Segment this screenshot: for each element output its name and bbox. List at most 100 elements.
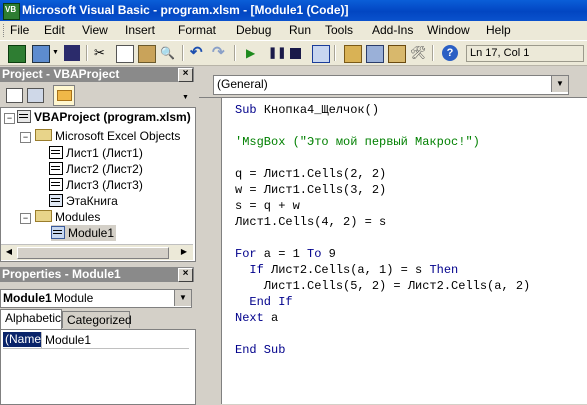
- properties-window-icon[interactable]: [366, 45, 384, 63]
- properties-panel-title: Properties - Module1: [2, 267, 121, 281]
- toggle-folders-button[interactable]: [53, 85, 75, 106]
- collapse-toggle[interactable]: −: [20, 213, 31, 224]
- tree-folder-excel-objects[interactable]: Microsoft Excel Objects: [35, 128, 180, 144]
- scrollbar-thumb[interactable]: [17, 247, 169, 259]
- menu-insert[interactable]: Insert: [125, 23, 155, 37]
- redo-icon[interactable]: ↷: [212, 45, 228, 61]
- grid-divider: [41, 332, 42, 348]
- properties-panel: Properties - Module1 × Module1 Module ▼ …: [0, 267, 196, 405]
- tree-item-sheet2[interactable]: Лист2 (Лист2): [49, 161, 143, 177]
- project-toolbar: ▼: [0, 82, 194, 107]
- tree-item-label: Лист3 (Лист3): [66, 178, 143, 192]
- worksheet-icon: [49, 162, 63, 175]
- code-line: End If: [249, 295, 293, 309]
- close-icon[interactable]: ×: [178, 68, 193, 82]
- help-icon[interactable]: ?: [442, 45, 458, 61]
- module-icon: [51, 226, 65, 239]
- project-panel-title: Project - VBAProject: [2, 67, 120, 81]
- view-object-icon[interactable]: [27, 88, 44, 103]
- code-line-rest: Кнопка4_Щелчок(): [263, 103, 380, 117]
- tree-item-label: Modules: [55, 210, 101, 224]
- tree-item-label: Лист2 (Лист2): [66, 162, 143, 176]
- view-excel-icon[interactable]: [8, 45, 26, 63]
- code-window: (General) ▼ Sub Кнопка4_Щелчок() 'MsgBox…: [199, 67, 587, 404]
- menu-tools[interactable]: Tools: [325, 23, 353, 37]
- code-line: q = Лист1.Cells(2, 2): [235, 167, 387, 181]
- folder-icon: [57, 90, 72, 101]
- tree-item-label: Лист1 (Лист1): [66, 146, 143, 160]
- chevron-down-icon[interactable]: ▼: [174, 290, 191, 306]
- tree-item-module1[interactable]: Module1: [51, 225, 117, 241]
- properties-grid: (Name) Module1: [0, 329, 196, 405]
- menu-help[interactable]: Help: [486, 23, 511, 37]
- save-icon[interactable]: [64, 45, 80, 61]
- view-code-icon[interactable]: [6, 88, 23, 103]
- properties-panel-titlebar: Properties - Module1 ×: [0, 267, 194, 282]
- copy-icon[interactable]: [116, 45, 134, 63]
- tree-item-label: ЭтаКнига: [66, 194, 118, 208]
- menu-run[interactable]: Run: [289, 23, 311, 37]
- project-explorer-icon[interactable]: [344, 45, 362, 63]
- workbook-icon: [49, 194, 63, 207]
- tree-folder-modules[interactable]: Modules: [35, 209, 100, 225]
- worksheet-icon: [49, 146, 63, 159]
- code-line: s = q + w: [235, 199, 300, 213]
- code-keyword: Sub: [235, 103, 264, 117]
- title-bar: Microsoft Visual Basic - program.xlsm - …: [0, 0, 587, 21]
- code-editor[interactable]: Sub Кнопка4_Щелчок() 'MsgBox ("Это мой п…: [199, 97, 587, 404]
- code-line: Sub Кнопка4_Щелчок(): [235, 102, 379, 118]
- folder-icon: [35, 210, 52, 222]
- collapse-toggle[interactable]: −: [20, 132, 31, 143]
- horizontal-scrollbar[interactable]: ◀ ▶: [1, 244, 193, 260]
- vb-app-icon[interactable]: [3, 3, 20, 20]
- menu-grip: [3, 24, 7, 37]
- toolbar-separator: [334, 45, 336, 61]
- object-combo[interactable]: (General) ▼: [213, 75, 569, 95]
- collapse-toggle[interactable]: −: [4, 113, 15, 124]
- tree-item-vbaproject[interactable]: VBAProject (program.xlsm): [17, 109, 191, 125]
- paste-icon[interactable]: [138, 45, 156, 63]
- property-row[interactable]: (Name) Module1: [3, 332, 189, 349]
- tab-categorized[interactable]: Categorized: [62, 311, 132, 328]
- close-icon[interactable]: ×: [178, 268, 193, 282]
- tree-item-thisworkbook[interactable]: ЭтаКнига: [49, 193, 118, 209]
- tree-item-label: Microsoft Excel Objects: [55, 129, 181, 143]
- menu-file[interactable]: File: [10, 23, 29, 37]
- break-icon[interactable]: ❚❚: [268, 45, 286, 61]
- tree-item-label: VBAProject (program.xlsm): [34, 110, 191, 124]
- chevron-down-icon[interactable]: ▼: [182, 94, 189, 101]
- object-browser-icon[interactable]: [388, 45, 406, 63]
- code-line: Лист1.Cells(5, 2) = Лист2.Cells(a, 2): [235, 279, 531, 293]
- scroll-right-icon[interactable]: ▶: [177, 246, 191, 258]
- tree-item-sheet3[interactable]: Лист3 (Лист3): [49, 177, 143, 193]
- menu-format[interactable]: Format: [178, 23, 216, 37]
- run-icon[interactable]: ▶: [246, 45, 262, 61]
- standard-toolbar: ▼ ✂ 🔍 ↶ ↷ ▶ ❚❚ 🛠 ? Ln 17, Col 1: [0, 40, 587, 66]
- menu-bar: File Edit View Insert Format Debug Run T…: [0, 21, 587, 40]
- chevron-down-icon[interactable]: ▼: [52, 45, 59, 61]
- code-margin[interactable]: [199, 98, 222, 404]
- insert-userform-icon[interactable]: [32, 45, 50, 63]
- tab-alphabetic[interactable]: Alphabetic: [0, 309, 62, 329]
- scroll-left-icon[interactable]: ◀: [2, 246, 16, 258]
- tree-item-sheet1[interactable]: Лист1 (Лист1): [49, 145, 143, 161]
- code-text[interactable]: Sub Кнопка4_Щелчок() 'MsgBox ("Это мой п…: [235, 98, 587, 404]
- reset-icon[interactable]: [290, 48, 301, 59]
- undo-icon[interactable]: ↶: [190, 45, 206, 61]
- cut-icon[interactable]: ✂: [94, 45, 110, 61]
- design-mode-icon[interactable]: [312, 45, 330, 63]
- property-value[interactable]: Module1: [45, 333, 91, 347]
- menu-debug[interactable]: Debug: [236, 23, 271, 37]
- find-icon[interactable]: 🔍: [160, 45, 176, 61]
- code-line: End Sub: [235, 343, 286, 357]
- menu-view[interactable]: View: [82, 23, 108, 37]
- menu-window[interactable]: Window: [427, 23, 470, 37]
- object-type: Module: [54, 291, 94, 305]
- toolbar-separator: [182, 45, 184, 61]
- menu-add-ins[interactable]: Add-Ins: [372, 23, 413, 37]
- menu-edit[interactable]: Edit: [44, 23, 65, 37]
- object-select[interactable]: Module1 Module ▼: [0, 289, 192, 308]
- chevron-down-icon[interactable]: ▼: [551, 76, 568, 92]
- object-name: Module1: [3, 291, 52, 305]
- toolbox-icon[interactable]: 🛠: [410, 45, 427, 61]
